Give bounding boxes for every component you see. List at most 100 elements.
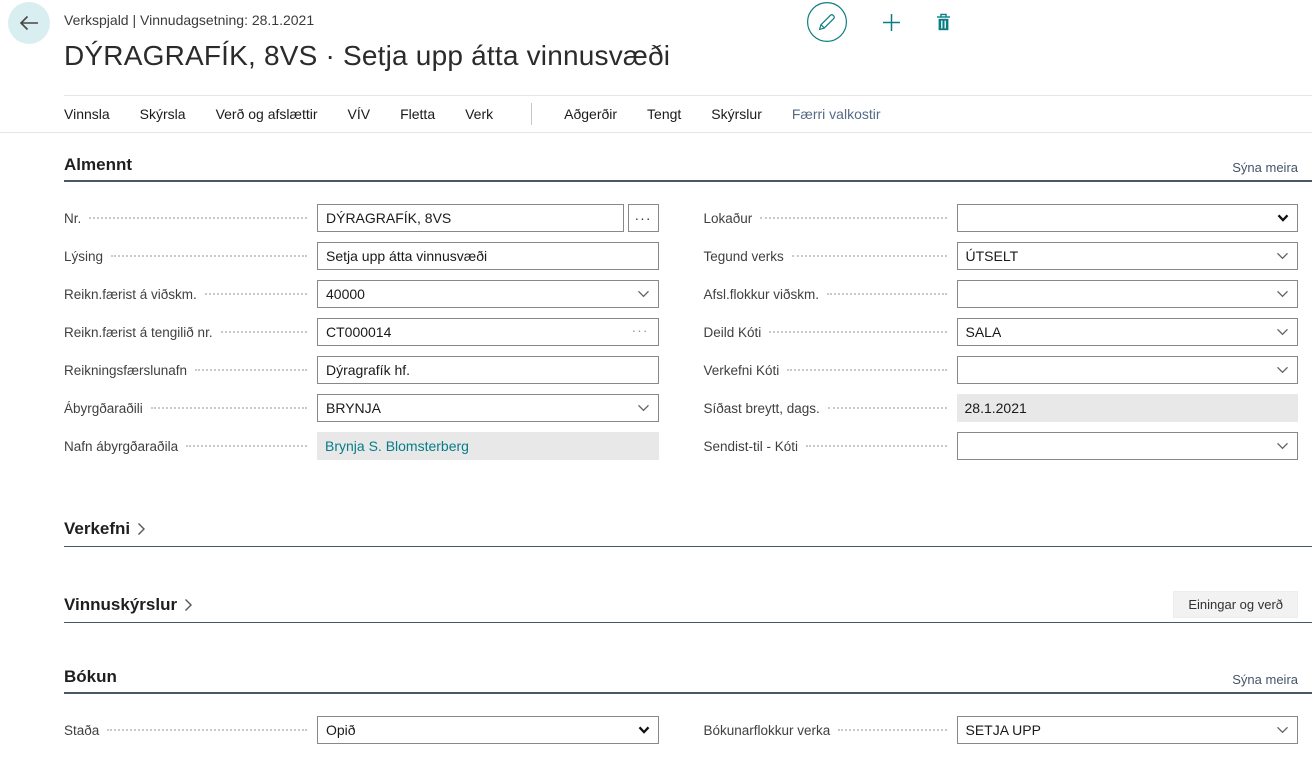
section-toggle-vinnuskyrslur[interactable]: Vinnuskýrslur [64, 595, 193, 615]
menu-item-tengt[interactable]: Tengt [647, 106, 681, 122]
dotted-leader [205, 293, 307, 295]
field-input[interactable]: BRYNJA [317, 394, 659, 422]
field-control [957, 204, 1299, 232]
field-row-reikn-f-rist-vi-skm: Reikn.færist á viðskm. 40000 [64, 280, 659, 308]
assist-edit-button[interactable]: ··· [628, 204, 659, 232]
field-input[interactable]: CT000014··· [317, 318, 659, 346]
menu-item-v-v[interactable]: VÍV [348, 106, 371, 122]
field-input[interactable]: SETJA UPP [957, 716, 1299, 744]
select-chevron-icon[interactable] [1277, 214, 1289, 223]
field-input: 28.1.2021 [957, 394, 1299, 422]
field-label-wrap: Sendist-til - Kóti [704, 439, 957, 454]
field-label: Reikn.færist á viðskm. [64, 287, 197, 302]
field-row-nafn-byrg-ara-ila: Nafn ábyrgðaraðila Brynja S. Blomsterberg [64, 432, 659, 460]
field-label-wrap: Deild Kóti [704, 325, 957, 340]
field-value-link[interactable]: Brynja S. Blomsterberg [325, 438, 469, 454]
new-button[interactable] [882, 13, 901, 32]
field-value: 40000 [326, 286, 365, 302]
field-row-reikningsf-rslunafn: ReikningsfærslunafnDýragrafík hf. [64, 356, 659, 384]
field-control: CT000014··· [317, 318, 659, 346]
lookup-ellipsis-icon[interactable]: ··· [632, 322, 649, 338]
dotted-leader [760, 217, 946, 219]
field-row-afsl-flokkur-vi-skm: Afsl.flokkur viðskm. [704, 280, 1299, 308]
dotted-leader [806, 445, 946, 447]
field-input[interactable]: Setja upp átta vinnusvæði [317, 242, 659, 270]
field-control: SALA [957, 318, 1299, 346]
field-input[interactable] [957, 432, 1299, 460]
field-control: Opið [317, 716, 659, 744]
menu-divider [531, 103, 532, 125]
field-input[interactable]: DÝRAGRAFÍK, 8VS [317, 204, 624, 232]
section-title[interactable]: Bókun [64, 667, 117, 687]
pencil-circle-icon [806, 1, 848, 43]
delete-button[interactable] [935, 12, 952, 32]
field-row-s-ast-breytt-dags: Síðast breytt, dags. 28.1.2021 [704, 394, 1299, 422]
field-control [957, 432, 1299, 460]
chevron-down-icon[interactable] [1276, 442, 1289, 451]
dotted-leader [151, 407, 307, 409]
field-input[interactable]: SALA [957, 318, 1299, 346]
field-label: Síðast breytt, dags. [704, 401, 820, 416]
field-control: BRYNJA [317, 394, 659, 422]
menu-item-vinnsla[interactable]: Vinnsla [64, 106, 110, 122]
section-header-vinnuskyrslur: Vinnuskýrslur Einingar og verð [64, 591, 1312, 623]
field-input[interactable]: Opið [317, 716, 659, 744]
chevron-down-icon[interactable] [637, 290, 650, 299]
chevron-down-icon[interactable] [1276, 252, 1289, 261]
einingar-og-verd-button[interactable]: Einingar og verð [1173, 591, 1298, 618]
field-value: Setja upp átta vinnusvæði [326, 248, 487, 264]
show-more-link[interactable]: Sýna meira [1232, 160, 1298, 175]
field-label: Sendist-til - Kóti [704, 439, 799, 454]
fewer-options-link[interactable]: Færri valkostir [792, 106, 881, 122]
header-divider [64, 95, 1312, 96]
field-input[interactable] [957, 356, 1299, 384]
field-label: Reikn.færist á tengilið nr. [64, 325, 213, 340]
section-header-almennt: Almennt Sýna meira [64, 155, 1312, 182]
dotted-leader [792, 255, 947, 257]
menu-item-ver-og-afsl-ttir[interactable]: Verð og afslættir [216, 106, 318, 122]
field-label-wrap: Verkefni Kóti [704, 363, 957, 378]
chevron-down-icon[interactable] [1276, 290, 1289, 299]
field-input[interactable]: Dýragrafík hf. [317, 356, 659, 384]
field-label: Tegund verks [704, 249, 784, 264]
field-row-l-sing: LýsingSetja upp átta vinnusvæði [64, 242, 659, 270]
section-header-bokun: Bókun Sýna meira [64, 667, 1312, 694]
field-label-wrap: Nafn ábyrgðaraðila [64, 439, 317, 454]
edit-button[interactable] [806, 1, 848, 43]
field-input[interactable] [957, 204, 1299, 232]
field-label: Deild Kóti [704, 325, 762, 340]
chevron-down-icon[interactable] [1276, 366, 1289, 375]
menu-item-fletta[interactable]: Fletta [400, 106, 435, 122]
field-control: Setja upp átta vinnusvæði [317, 242, 659, 270]
field-label-wrap: Tegund verks [704, 249, 957, 264]
menu-item-a-ger-ir[interactable]: Aðgerðir [564, 106, 617, 122]
select-chevron-icon[interactable] [638, 726, 650, 735]
field-value: ÚTSELT [966, 248, 1019, 264]
field-input[interactable] [957, 280, 1299, 308]
field-value: BRYNJA [326, 400, 381, 416]
field-input[interactable]: 40000 [317, 280, 659, 308]
show-more-link[interactable]: Sýna meira [1232, 672, 1298, 687]
menu-item-sk-rslur[interactable]: Skýrslur [711, 106, 762, 122]
section-title[interactable]: Almennt [64, 155, 132, 175]
field-input[interactable]: ÚTSELT [957, 242, 1299, 270]
page-header: Verkspjald | Vinnudagsetning: 28.1.2021 … [0, 0, 1312, 96]
menu-item-sk-rsla[interactable]: Skýrsla [140, 106, 186, 122]
chevron-down-icon[interactable] [1276, 726, 1289, 735]
dotted-leader [769, 331, 946, 333]
chevron-right-icon [137, 522, 146, 536]
field-control: SETJA UPP [957, 716, 1299, 744]
chevron-down-icon[interactable] [1276, 328, 1289, 337]
section-toggle-verkefni[interactable]: Verkefni [64, 519, 146, 539]
trash-icon [935, 12, 952, 32]
breadcrumb[interactable]: Verkspjald | Vinnudagsetning: 28.1.2021 [64, 12, 314, 28]
field-label-wrap: Síðast breytt, dags. [704, 401, 957, 416]
back-button[interactable] [8, 2, 50, 44]
bokun-fields: StaðaOpiðBókunarflokkur verkaSETJA UPP [64, 716, 1312, 754]
field-label: Lokaður [704, 211, 753, 226]
page-title: DÝRAGRAFÍK, 8VS · Setja upp átta vinnusv… [64, 40, 670, 72]
field-control: 40000 [317, 280, 659, 308]
menu-item-verk[interactable]: Verk [465, 106, 493, 122]
chevron-down-icon[interactable] [637, 404, 650, 413]
field-label: Ábyrgðaraðili [64, 401, 143, 416]
